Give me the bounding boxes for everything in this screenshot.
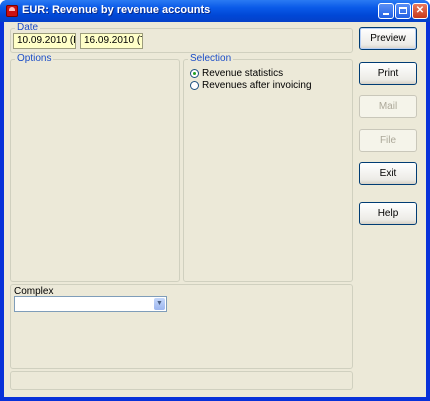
maximize-button[interactable] — [395, 3, 411, 19]
close-button[interactable]: ✕ — [412, 3, 428, 19]
radio-revenue-statistics[interactable]: Revenue statistics — [190, 67, 283, 79]
app-icon[interactable] — [6, 5, 18, 17]
client-area: Date 10.09.2010 (Fr) 16.09.2010 (Th) Opt… — [4, 22, 426, 397]
print-button[interactable]: Print — [359, 62, 417, 85]
status-bar — [10, 371, 353, 390]
window-title: EUR: Revenue by revenue accounts — [22, 4, 211, 16]
mail-button[interactable]: Mail — [359, 95, 417, 118]
app-window: EUR: Revenue by revenue accounts ✕ Date … — [0, 0, 430, 401]
radio-label: Revenues after invoicing — [202, 79, 312, 91]
to-date-field[interactable]: 16.09.2010 (Th) — [80, 33, 143, 49]
complex-combobox[interactable]: ▼ — [14, 296, 167, 312]
maximize-icon — [399, 7, 407, 14]
date-group: Date 10.09.2010 (Fr) 16.09.2010 (Th) — [10, 22, 353, 53]
minimize-icon — [383, 13, 389, 15]
options-group: Options — [10, 53, 180, 282]
from-date-field[interactable]: 10.09.2010 (Fr) — [13, 33, 76, 49]
title-bar[interactable]: EUR: Revenue by revenue accounts ✕ — [0, 0, 430, 22]
radio-label: Revenue statistics — [202, 67, 284, 79]
help-button[interactable]: Help — [359, 202, 417, 225]
minimize-button[interactable] — [378, 3, 394, 19]
preview-button[interactable]: Preview — [359, 27, 417, 50]
close-icon: ✕ — [415, 5, 425, 16]
exit-button[interactable]: Exit — [359, 162, 417, 185]
file-button[interactable]: File — [359, 129, 417, 152]
options-legend: Options — [15, 53, 54, 64]
selection-group: Selection Revenue statistics Revenues af… — [183, 53, 353, 282]
date-legend: Date — [15, 22, 41, 33]
radio-unchecked-icon[interactable] — [190, 80, 199, 90]
radio-checked-icon[interactable] — [190, 68, 199, 78]
chevron-down-icon[interactable]: ▼ — [154, 298, 165, 310]
selection-legend: Selection — [188, 53, 234, 64]
window-border — [426, 22, 430, 401]
radio-revenues-after-invoicing[interactable]: Revenues after invoicing — [190, 79, 312, 91]
